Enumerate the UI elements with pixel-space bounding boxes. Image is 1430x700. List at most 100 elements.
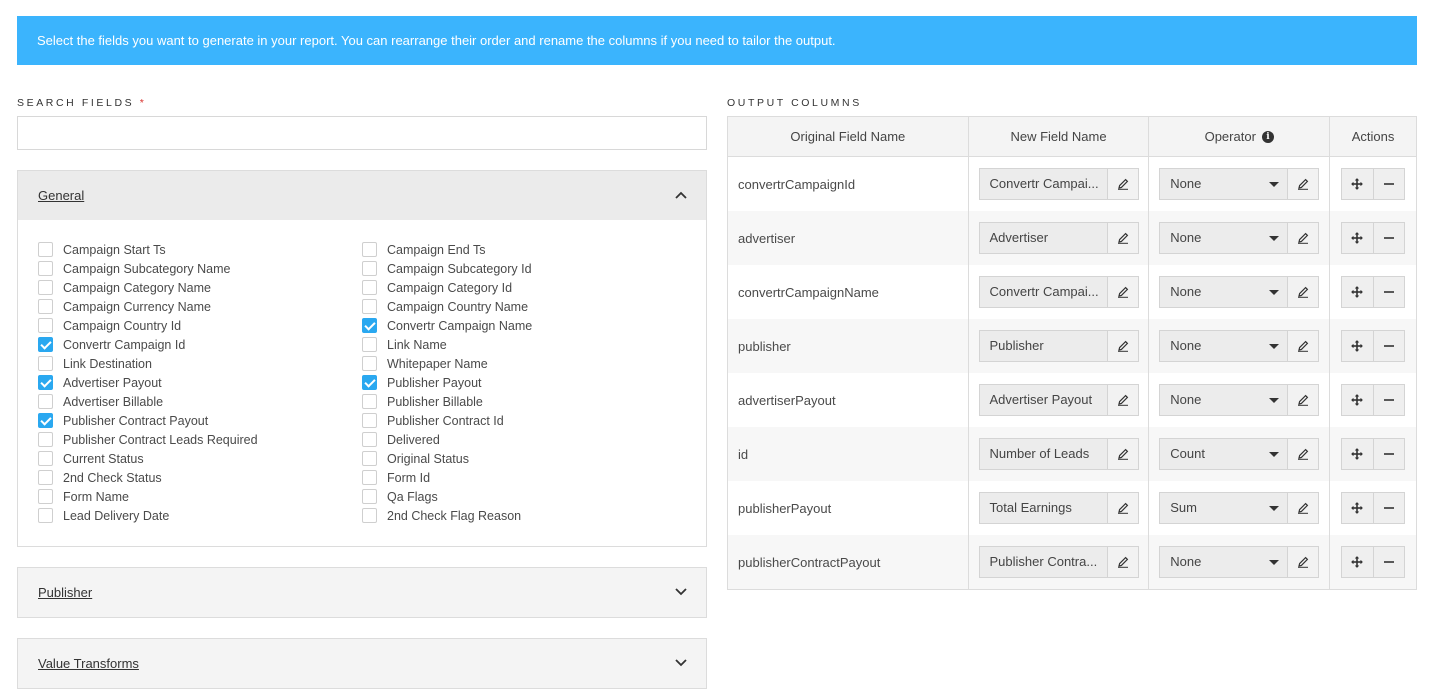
checkbox-unchecked[interactable]: [362, 299, 377, 314]
field-checkbox-row[interactable]: Link Name: [362, 335, 447, 354]
pencil-icon[interactable]: [1287, 493, 1319, 523]
pencil-icon[interactable]: [1287, 223, 1319, 253]
field-checkbox-row[interactable]: Campaign Currency Name: [38, 297, 211, 316]
checkbox-unchecked[interactable]: [38, 432, 53, 447]
pencil-icon[interactable]: [1106, 277, 1138, 307]
new-field-name-input[interactable]: Advertiser: [978, 222, 1139, 254]
field-checkbox-row[interactable]: Publisher Contract Id: [362, 411, 504, 430]
new-field-name-input[interactable]: Publisher: [978, 330, 1139, 362]
accordion-value-transforms[interactable]: Value Transforms: [17, 638, 707, 689]
accordion-general-title[interactable]: General: [38, 188, 84, 203]
new-field-name-input[interactable]: Number of Leads: [978, 438, 1139, 470]
field-checkbox-row[interactable]: Form Name: [38, 487, 129, 506]
checkbox-unchecked[interactable]: [38, 280, 53, 295]
checkbox-unchecked[interactable]: [362, 470, 377, 485]
pencil-icon[interactable]: [1287, 169, 1319, 199]
move-plus-icon[interactable]: [1342, 439, 1373, 469]
minus-icon[interactable]: [1372, 439, 1405, 469]
operator-select[interactable]: Sum: [1159, 492, 1320, 524]
pencil-icon[interactable]: [1106, 439, 1138, 469]
field-checkbox-row[interactable]: Publisher Contract Leads Required: [38, 430, 258, 449]
info-icon[interactable]: i: [1261, 130, 1274, 143]
field-checkbox-row[interactable]: Qa Flags: [362, 487, 438, 506]
pencil-icon[interactable]: [1287, 277, 1319, 307]
minus-icon[interactable]: [1372, 169, 1405, 199]
checkbox-unchecked[interactable]: [362, 242, 377, 257]
new-field-name-text[interactable]: Publisher: [980, 331, 1107, 361]
checkbox-unchecked[interactable]: [362, 451, 377, 466]
field-checkbox-row[interactable]: Delivered: [362, 430, 440, 449]
new-field-name-input[interactable]: Total Earnings: [978, 492, 1139, 524]
new-field-name-text[interactable]: Advertiser: [980, 223, 1107, 253]
operator-select[interactable]: None: [1159, 546, 1320, 578]
operator-select[interactable]: Count: [1159, 438, 1320, 470]
field-checkbox-row[interactable]: Campaign Subcategory Name: [38, 259, 230, 278]
operator-select[interactable]: None: [1159, 384, 1320, 416]
caret-down-icon[interactable]: [1269, 560, 1280, 565]
checkbox-unchecked[interactable]: [362, 337, 377, 352]
minus-icon[interactable]: [1372, 277, 1405, 307]
caret-down-icon[interactable]: [1269, 290, 1280, 295]
accordion-publisher-title[interactable]: Publisher: [38, 585, 92, 600]
caret-down-icon[interactable]: [1269, 506, 1280, 511]
checkbox-unchecked[interactable]: [38, 242, 53, 257]
operator-dropdown[interactable]: None: [1160, 223, 1287, 253]
pencil-icon[interactable]: [1106, 547, 1138, 577]
new-field-name-input[interactable]: Convertr Campai...: [978, 276, 1139, 308]
minus-icon[interactable]: [1372, 493, 1405, 523]
move-plus-icon[interactable]: [1342, 223, 1373, 253]
chevron-down-icon[interactable]: [674, 585, 688, 599]
minus-icon[interactable]: [1372, 547, 1405, 577]
checkbox-unchecked[interactable]: [362, 356, 377, 371]
field-checkbox-row[interactable]: Campaign End Ts: [362, 240, 485, 259]
field-checkbox-row[interactable]: Campaign Country Name: [362, 297, 528, 316]
checkbox-unchecked[interactable]: [362, 432, 377, 447]
field-checkbox-row[interactable]: Form Id: [362, 468, 430, 487]
checkbox-unchecked[interactable]: [38, 261, 53, 276]
field-checkbox-row[interactable]: Publisher Contract Payout: [38, 411, 208, 430]
checkbox-unchecked[interactable]: [38, 451, 53, 466]
operator-dropdown[interactable]: None: [1160, 385, 1287, 415]
pencil-icon[interactable]: [1287, 547, 1319, 577]
caret-down-icon[interactable]: [1269, 344, 1280, 349]
checkbox-unchecked[interactable]: [362, 413, 377, 428]
operator-dropdown[interactable]: Count: [1160, 439, 1287, 469]
operator-select[interactable]: None: [1159, 330, 1320, 362]
operator-dropdown[interactable]: None: [1160, 169, 1287, 199]
operator-dropdown[interactable]: Sum: [1160, 493, 1287, 523]
operator-dropdown[interactable]: None: [1160, 331, 1287, 361]
new-field-name-text[interactable]: Number of Leads: [980, 439, 1107, 469]
chevron-up-icon[interactable]: [674, 188, 688, 202]
checkbox-unchecked[interactable]: [362, 489, 377, 504]
new-field-name-input[interactable]: Advertiser Payout: [978, 384, 1139, 416]
pencil-icon[interactable]: [1106, 223, 1138, 253]
field-checkbox-row[interactable]: Whitepaper Name: [362, 354, 488, 373]
caret-down-icon[interactable]: [1269, 452, 1280, 457]
field-checkbox-row[interactable]: Advertiser Payout: [38, 373, 162, 392]
checkbox-unchecked[interactable]: [38, 318, 53, 333]
checkbox-checked[interactable]: [362, 318, 377, 333]
accordion-general[interactable]: General: [17, 170, 707, 221]
pencil-icon[interactable]: [1106, 169, 1138, 199]
field-checkbox-row[interactable]: 2nd Check Status: [38, 468, 162, 487]
move-plus-icon[interactable]: [1342, 547, 1373, 577]
pencil-icon[interactable]: [1287, 439, 1319, 469]
checkbox-checked[interactable]: [38, 375, 53, 390]
new-field-name-text[interactable]: Publisher Contra...: [980, 547, 1107, 577]
minus-icon[interactable]: [1372, 331, 1405, 361]
checkbox-unchecked[interactable]: [362, 394, 377, 409]
search-fields-input[interactable]: [17, 116, 707, 150]
checkbox-unchecked[interactable]: [362, 280, 377, 295]
caret-down-icon[interactable]: [1269, 182, 1280, 187]
chevron-down-icon[interactable]: [674, 656, 688, 670]
pencil-icon[interactable]: [1287, 385, 1319, 415]
checkbox-unchecked[interactable]: [362, 508, 377, 523]
move-plus-icon[interactable]: [1342, 385, 1373, 415]
checkbox-unchecked[interactable]: [38, 489, 53, 504]
checkbox-unchecked[interactable]: [38, 508, 53, 523]
operator-select[interactable]: None: [1159, 222, 1320, 254]
checkbox-unchecked[interactable]: [38, 394, 53, 409]
field-checkbox-row[interactable]: Advertiser Billable: [38, 392, 163, 411]
pencil-icon[interactable]: [1106, 493, 1138, 523]
pencil-icon[interactable]: [1287, 331, 1319, 361]
